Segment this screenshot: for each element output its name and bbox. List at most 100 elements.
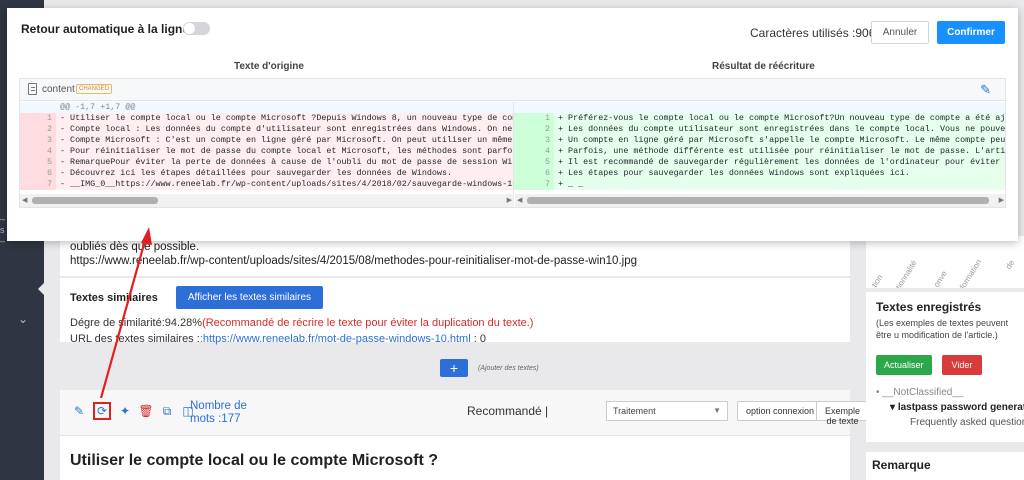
diff-file-name: content xyxy=(42,84,75,95)
nav-active-notch xyxy=(38,283,44,295)
copy-icon[interactable]: ⧉ xyxy=(160,404,174,418)
rotated-label: tion xyxy=(870,273,885,288)
line-number: 1 xyxy=(514,113,554,124)
scroll-right-arrow-icon[interactable]: ▶ xyxy=(507,196,512,204)
removed-line: 6 - Découvrez ici les étapes détaillées p… xyxy=(20,168,513,179)
tree-node[interactable]: • __NotClassified__ xyxy=(876,387,1014,398)
rewrite-horizontal-scrollbar[interactable]: ◀ ▶ xyxy=(515,194,1005,207)
line-number: 6 xyxy=(20,168,56,179)
original-horizontal-scrollbar[interactable]: ◀ ▶ xyxy=(20,194,514,207)
line-text: + Un compte en ligne géré par Microsoft … xyxy=(558,135,1006,145)
rotated-label: formation xyxy=(958,257,984,288)
saved-texts-panel: Textes enregistrés (Les exemples de text… xyxy=(866,292,1024,442)
connection-option-button[interactable]: option connexion xyxy=(737,401,824,421)
diff-file-header: content CHANGED ✎ xyxy=(20,79,1005,101)
edit-icon[interactable]: ✎ xyxy=(72,404,86,418)
trash-icon[interactable]: 🗑 xyxy=(138,404,153,418)
removed-line: 3 - Compte Microsoft : C'est un compte en… xyxy=(20,135,513,146)
similar-url-count: : 0 xyxy=(473,333,486,345)
line-text: + Préférez-vous le compte local ou le co… xyxy=(558,113,1006,123)
characters-used: Caractères utilisés :906 xyxy=(750,26,876,40)
word-wrap-toggle[interactable] xyxy=(183,22,210,35)
cancel-button[interactable]: Annuler xyxy=(871,21,929,44)
line-number: 2 xyxy=(20,124,56,135)
line-text: - RemarquePour éviter la perte de donnée… xyxy=(60,157,513,167)
article-text-line: oubliés dès que possible. xyxy=(70,241,200,253)
scroll-left-arrow-icon[interactable]: ◀ xyxy=(22,196,27,204)
similar-texts-panel: Textes similaires Afficher les textes si… xyxy=(60,278,850,345)
rotated-label: tionnalité xyxy=(894,258,919,288)
line-text: - Utiliser le compte local ou le compte … xyxy=(60,113,513,123)
line-text: + _ _ xyxy=(558,179,584,189)
added-line: 7 + _ _ xyxy=(514,179,1005,190)
scrollbar-thumb[interactable] xyxy=(527,197,989,204)
article-heading: Utiliser le compte local ou le compte Mi… xyxy=(70,452,439,469)
scroll-right-arrow-icon[interactable]: ▶ xyxy=(999,196,1004,204)
show-similar-texts-button[interactable]: Afficher les textes similaires xyxy=(175,286,324,309)
chevron-down-icon: ▼ xyxy=(713,406,721,415)
similarity-value: Dégre de similarité:94.28% xyxy=(70,317,203,329)
line-number: 6 xyxy=(514,168,554,179)
added-line: 1 + Préférez-vous le compte local ou le c… xyxy=(514,113,1006,124)
original-pane[interactable]: @@ -1,7 +1,7 @@ 1 - Utiliser le compte lo… xyxy=(20,102,514,196)
line-number: 7 xyxy=(514,179,554,190)
line-text: - Pour réinitialiser le mot de passe du … xyxy=(60,146,513,156)
line-text: - Compte local : Les données du compte d… xyxy=(60,124,513,134)
diff-hunk-header xyxy=(514,102,1005,113)
added-line: 4 + Parfois, une méthode différente est u… xyxy=(514,146,1006,157)
line-number: 5 xyxy=(20,157,56,168)
right-top-panel: tion tionnalité onve formation de xyxy=(866,236,1024,288)
saved-texts-description: (Les exemples de textes peuvent être u m… xyxy=(876,318,1009,340)
added-line: 2 + Les données du compte utilisateur son… xyxy=(514,124,1006,135)
line-text: + Parfois, une méthode différente est ut… xyxy=(558,146,1006,156)
clear-button[interactable]: Vider xyxy=(941,355,983,375)
word-count-label: Nombre de xyxy=(190,400,247,412)
similarity-degree: Dégre de similarité:94.28%(Recommandé de… xyxy=(70,317,840,329)
article-image-url: https://www.reneelab.fr/wp-content/uploa… xyxy=(70,255,637,267)
caret-down-icon: ▾ xyxy=(890,402,896,413)
refresh-button[interactable]: Actualiser xyxy=(876,355,932,375)
original-text-header: Texte d'origine xyxy=(234,61,304,72)
line-number: 1 xyxy=(20,113,56,124)
rewrite-result-header: Résultat de réécriture xyxy=(712,61,815,72)
line-number: 2 xyxy=(514,124,554,135)
tree-node[interactable]: ▾ lastpass password generator xyxy=(890,402,1024,413)
similar-url-row: URL des textes similaires ::https://www.… xyxy=(70,333,840,345)
removed-line: 4 - Pour réinitialiser le mot de passe du… xyxy=(20,146,513,157)
magic-wand-icon[interactable]: ✦ xyxy=(118,404,132,418)
line-text: + Il est recommandé de sauvegarder régul… xyxy=(558,157,1006,167)
line-text: + Les données du compte utilisateur sont… xyxy=(558,124,1006,134)
line-text: - Compte Microsoft : C'est un compte en … xyxy=(60,135,513,145)
scroll-left-arrow-icon[interactable]: ◀ xyxy=(517,196,522,204)
confirm-button[interactable]: Confirmer xyxy=(937,21,1005,44)
similar-url-label: URL des textes similaires : xyxy=(70,333,200,345)
tree-leaf[interactable]: Frequently asked questions password gene… xyxy=(910,417,1024,429)
tree-node-label: lastpass password generator xyxy=(897,402,1024,413)
added-line: 5 + Il est recommandé de sauvegarder régu… xyxy=(514,157,1006,168)
add-text-row: + (Ajouter des textes) xyxy=(440,359,539,377)
remark-title: Remarque xyxy=(866,452,1024,480)
removed-line: 7 - __IMG_0__https://www.reneelab.fr/wp-c… xyxy=(20,179,513,190)
rotated-label: onve xyxy=(932,269,949,288)
edit-icon[interactable]: ✎ xyxy=(980,82,991,98)
similar-url-link[interactable]: :https://www.reneelab.fr/mot-de-passe-wi… xyxy=(200,333,471,345)
processing-select[interactable]: Traitement ▼ xyxy=(606,401,728,421)
line-number: 5 xyxy=(514,157,554,168)
scrollbar-thumb[interactable] xyxy=(32,197,158,204)
text-example-button[interactable]: Exemple de texte xyxy=(816,401,870,426)
line-text: - __IMG_0__https://www.reneelab.fr/wp-co… xyxy=(60,179,513,189)
saved-texts-title: Textes enregistrés xyxy=(876,300,982,314)
tree-node-label: __NotClassified__ xyxy=(882,387,964,398)
rewrite-icon[interactable]: ⟳ xyxy=(93,402,111,420)
added-line: 6 + Les étapes pour sauvegarder les donné… xyxy=(514,168,1005,179)
hunk-text: @@ -1,7 +1,7 @@ xyxy=(60,102,136,112)
line-text: + Les étapes pour sauvegarder les donnée… xyxy=(558,168,910,178)
line-number: 7 xyxy=(20,179,56,190)
add-text-button[interactable]: + xyxy=(440,359,468,377)
line-number: 4 xyxy=(514,146,554,157)
rewrite-pane[interactable]: 1 + Préférez-vous le compte local ou le c… xyxy=(514,102,1006,196)
chevron-down-icon[interactable]: ⌄ xyxy=(18,312,28,326)
removed-line: 2 - Compte local : Les données du compte … xyxy=(20,124,513,135)
line-text: - Découvrez ici les étapes détaillées po… xyxy=(60,168,453,178)
saved-texts-tree: • __NotClassified__ ▾ lastpass password … xyxy=(876,387,1024,429)
